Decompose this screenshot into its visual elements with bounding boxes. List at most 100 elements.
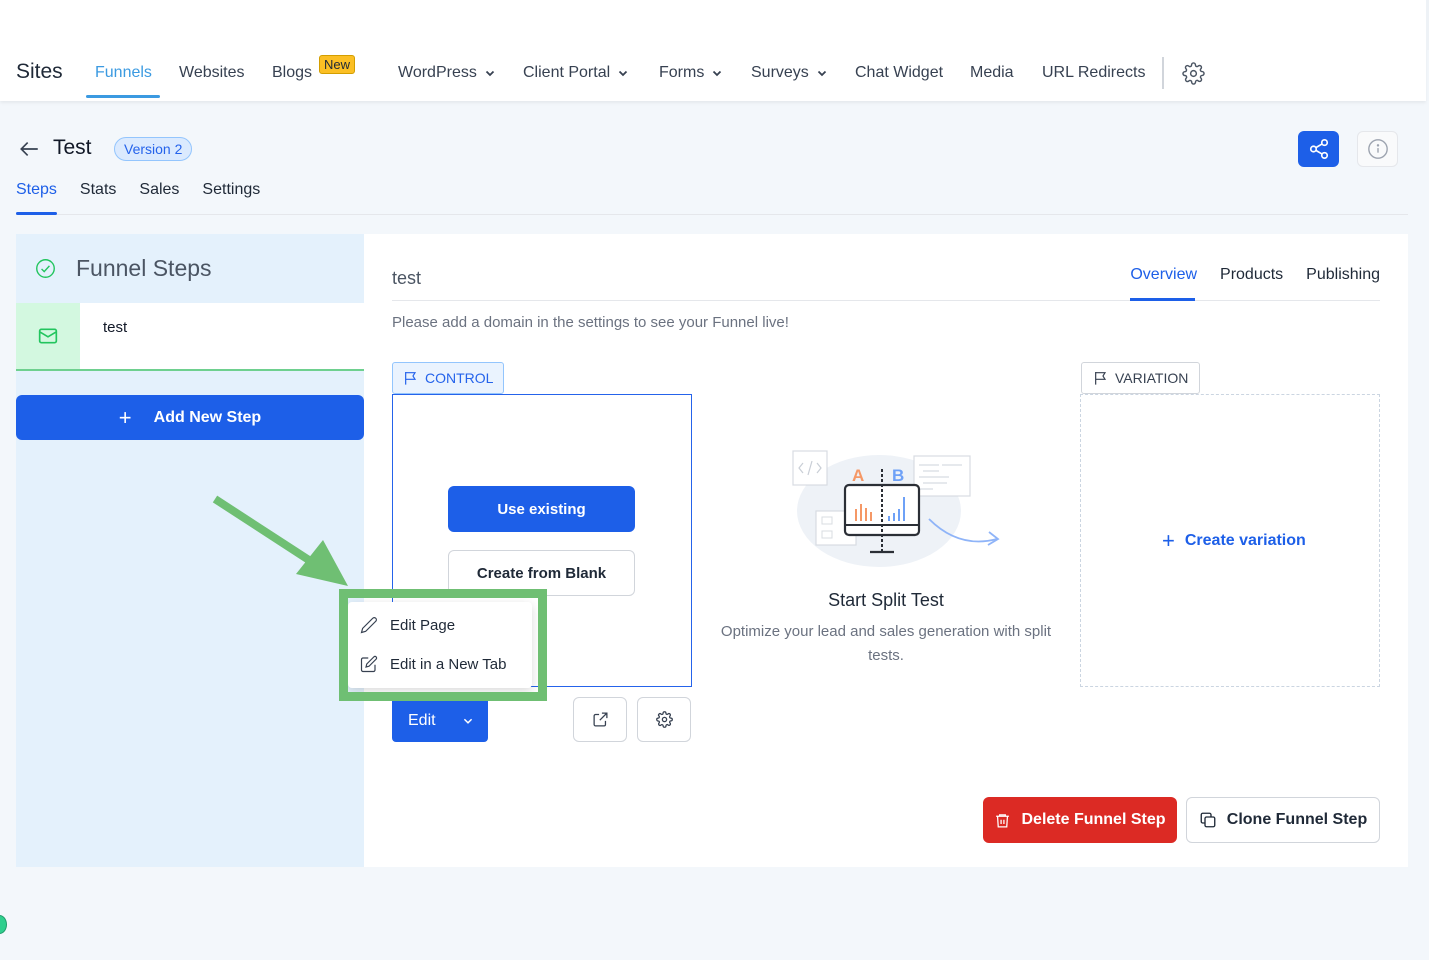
info-icon — [1367, 139, 1388, 159]
funnel-steps-title: Funnel Steps — [76, 255, 212, 281]
add-new-step-button[interactable]: + Add New Step — [16, 395, 364, 440]
chevron-down-icon — [463, 718, 472, 724]
menu-item-edit-page[interactable]: Edit Page — [360, 616, 455, 634]
control-tag-label: CONTROL — [425, 370, 494, 386]
tab-stats[interactable]: Stats — [80, 181, 116, 199]
create-variation-button[interactable]: + Create variation — [1162, 530, 1306, 552]
nav-blogs[interactable]: Blogs — [272, 64, 312, 82]
step-detail-panel: test Overview Products Publishing Please… — [364, 234, 1408, 867]
tab-products[interactable]: Products — [1220, 266, 1283, 284]
tabs-divider — [16, 214, 1408, 215]
use-existing-button[interactable]: Use existing — [448, 486, 635, 532]
plus-icon: + — [1162, 528, 1175, 553]
step-name: test — [103, 319, 128, 336]
step-icon-box — [16, 303, 80, 369]
nav-label: WordPress — [398, 64, 477, 81]
funnel-step-item[interactable]: test — [16, 303, 364, 371]
create-from-blank-button[interactable]: Create from Blank — [448, 550, 635, 596]
flag-icon — [1095, 372, 1107, 385]
funnel-steps-header: Funnel Steps — [16, 234, 364, 302]
nav-url-redirects[interactable]: URL Redirects — [1042, 64, 1145, 82]
tab-active-indicator — [16, 212, 57, 215]
menu-item-label: Edit Page — [390, 616, 456, 634]
status-dot[interactable] — [0, 915, 7, 934]
nav-label: Media — [970, 64, 1014, 81]
text-window — [913, 455, 971, 497]
step-tabs-divider — [392, 300, 1380, 301]
nav-label: Funnels — [95, 64, 152, 81]
nav-label: Forms — [659, 64, 705, 81]
nav-active-indicator — [86, 95, 160, 98]
flag-icon — [405, 372, 417, 385]
clone-label: Clone Funnel Step — [1226, 811, 1368, 828]
clone-funnel-step-button[interactable]: Clone Funnel Step — [1186, 797, 1380, 843]
add-step-label: Add New Step — [153, 408, 262, 426]
nav-wordpress[interactable]: WordPress — [398, 64, 495, 82]
pencil-icon — [360, 617, 377, 634]
domain-message: Please add a domain in the settings to s… — [392, 314, 789, 331]
plus-icon: + — [118, 404, 132, 430]
split-test-illustration: A B — [792, 450, 1000, 567]
nav-forms[interactable]: Forms — [659, 64, 722, 82]
create-variation-label: Create variation — [1184, 532, 1306, 549]
share-button[interactable] — [1298, 131, 1339, 167]
tab-settings[interactable]: Settings — [202, 181, 260, 199]
version-badge: Version 2 — [114, 137, 193, 161]
menu-item-label: Edit in a New Tab — [390, 655, 507, 673]
chevron-down-icon — [713, 70, 722, 77]
page-title: Test — [53, 136, 92, 159]
nav-chat-widget[interactable]: Chat Widget — [855, 64, 943, 82]
step-title: test — [392, 268, 422, 288]
split-test-description: Optimize your lead and sales generation … — [720, 623, 1052, 664]
external-link-icon — [592, 712, 608, 727]
nav-media[interactable]: Media — [970, 64, 1014, 82]
top-nav: Sites Funnels Websites Blogs New WordPre… — [0, 0, 1429, 101]
nav-label: Websites — [179, 64, 245, 81]
trash-icon — [996, 813, 1010, 828]
edit-dropdown-button[interactable]: Edit — [392, 700, 488, 742]
menu-item-edit-new-tab[interactable]: Edit in a New Tab — [360, 655, 506, 673]
mail-icon — [38, 328, 58, 344]
chevron-down-icon — [619, 70, 628, 77]
brand-title: Sites — [16, 60, 63, 83]
nav-label: Blogs — [272, 64, 313, 81]
nav-label: URL Redirects — [1042, 64, 1146, 81]
label-b: B — [892, 466, 904, 485]
nav-divider — [1162, 57, 1164, 89]
gear-icon[interactable] — [1182, 62, 1205, 85]
gear-icon — [655, 711, 673, 728]
chevron-down-icon — [817, 70, 826, 77]
nav-surveys[interactable]: Surveys — [751, 64, 827, 82]
copy-icon — [1200, 812, 1216, 828]
nav-label: Surveys — [751, 64, 809, 81]
edit-label: Edit — [408, 712, 436, 729]
nav-websites[interactable]: Websites — [179, 64, 245, 82]
step-tab-active-indicator — [1130, 298, 1195, 301]
funnel-steps-panel: Funnel Steps test + Add New Step — [16, 234, 364, 867]
label-a: A — [852, 466, 864, 485]
new-badge: New — [319, 55, 356, 74]
edit-dropdown-menu: Edit Page Edit in a New Tab — [348, 602, 532, 688]
nav-funnels[interactable]: Funnels — [95, 64, 152, 82]
nav-client-portal[interactable]: Client Portal — [523, 64, 628, 82]
variation-tag-label: VARIATION — [1115, 370, 1189, 386]
preview-button[interactable] — [573, 697, 627, 742]
info-button[interactable] — [1357, 131, 1398, 167]
edit-square-icon — [360, 655, 378, 673]
control-tag: CONTROL — [392, 362, 505, 394]
variation-tag: VARIATION — [1081, 362, 1201, 394]
check-circle-icon — [36, 259, 55, 278]
back-arrow-icon[interactable] — [18, 138, 41, 160]
chevron-down-icon — [485, 70, 494, 77]
split-test-title: Start Split Test — [828, 590, 944, 610]
tab-sales[interactable]: Sales — [139, 181, 179, 199]
tab-publishing[interactable]: Publishing — [1306, 266, 1380, 284]
tab-steps[interactable]: Steps — [16, 181, 57, 199]
step-tabs: Overview Products Publishing — [1130, 266, 1380, 284]
delete-funnel-step-button[interactable]: Delete Funnel Step — [983, 797, 1177, 843]
nav-label: Chat Widget — [855, 64, 944, 81]
tab-overview[interactable]: Overview — [1130, 266, 1197, 284]
delete-label: Delete Funnel Step — [1021, 811, 1166, 828]
nav-label: Client Portal — [523, 64, 611, 81]
page-settings-button[interactable] — [637, 697, 691, 742]
